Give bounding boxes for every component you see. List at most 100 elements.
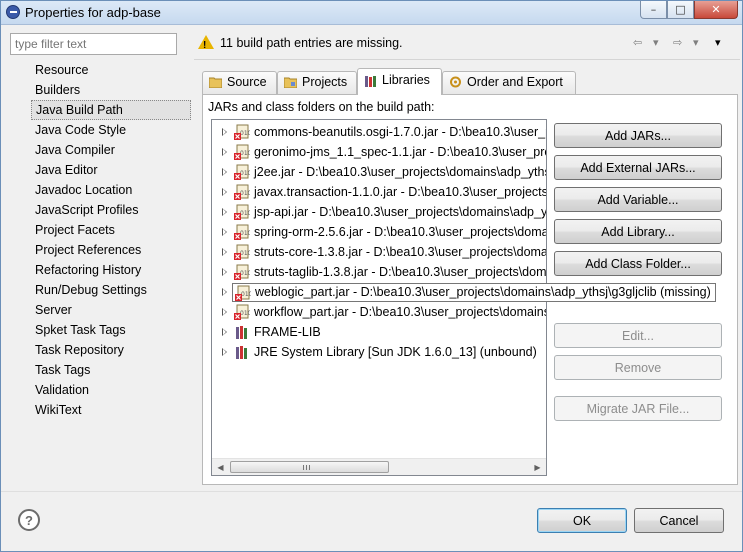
horizontal-scrollbar[interactable]: ◀ ▶ (212, 458, 546, 475)
expand-arrow-icon[interactable] (222, 268, 227, 276)
nav-item[interactable]: Javadoc Location (31, 180, 191, 200)
nav-item[interactable]: Project Facets (31, 220, 191, 240)
nav-item[interactable]: Project References (31, 240, 191, 260)
entry-tooltip-text: weblogic_part.jar - D:\bea10.3\user_proj… (255, 285, 711, 299)
missing-jar-icon: 010 (234, 264, 250, 280)
title-bar: Properties for adp-base – □ ✕ (1, 1, 742, 25)
nav-item[interactable]: Java Compiler (31, 140, 191, 160)
svg-text:010: 010 (240, 310, 250, 317)
expand-arrow-icon[interactable] (222, 128, 227, 136)
nav-item[interactable]: Refactoring History (31, 260, 191, 280)
expand-arrow-icon[interactable] (222, 168, 227, 176)
build-path-label: JARs and class folders on the build path… (208, 100, 435, 114)
back-dropdown-icon[interactable]: ▾ (653, 36, 659, 49)
add-external-jars-button[interactable]: Add External JARs... (554, 155, 722, 180)
books-icon (365, 76, 376, 87)
svg-text:010: 010 (240, 210, 250, 217)
expand-arrow-icon[interactable] (222, 148, 227, 156)
expand-arrow-icon[interactable] (222, 288, 227, 296)
expand-arrow-icon[interactable] (222, 228, 227, 236)
nav-item[interactable]: JavaScript Profiles (31, 200, 191, 220)
tab-source-label: Source (227, 75, 267, 89)
remove-button[interactable]: Remove (554, 355, 722, 380)
nav-item[interactable]: Task Repository (31, 340, 191, 360)
expand-arrow-icon[interactable] (222, 328, 227, 336)
tab-projects[interactable]: Projects (277, 71, 357, 94)
sash[interactable] (191, 29, 192, 489)
window-title: Properties for adp-base (25, 5, 161, 20)
expand-arrow-icon[interactable] (222, 308, 227, 316)
minimize-button[interactable]: – (640, 1, 667, 19)
tree-row-label: spring-orm-2.5.6.jar - D:\bea10.3\user_p… (254, 225, 547, 239)
project-folder-icon (284, 77, 297, 88)
missing-jar-icon: 010 (234, 164, 250, 180)
properties-dialog: Properties for adp-base – □ ✕ ResourceBu… (0, 0, 743, 552)
add-class-folder-button[interactable]: Add Class Folder... (554, 251, 722, 276)
forward-arrow-icon[interactable]: ⇨ (673, 36, 682, 49)
nav-item[interactable]: Resource (31, 60, 191, 80)
property-page-list: Resource Builders Java Build Path Java Code… (31, 60, 191, 420)
missing-jar-icon: 010 (234, 224, 250, 240)
order-export-icon (450, 76, 461, 88)
footer-divider (1, 491, 742, 492)
close-button[interactable]: ✕ (694, 1, 738, 19)
tree-row-label: workflow_part.jar - D:\bea10.3\user_proj… (254, 305, 547, 319)
expand-arrow-icon[interactable] (222, 348, 227, 356)
missing-jar-icon: 010 (234, 144, 250, 160)
svg-text:010: 010 (241, 291, 251, 298)
back-arrow-icon[interactable]: ⇦ (633, 36, 642, 49)
svg-text:010: 010 (240, 270, 250, 277)
history-navigation: ⇦ ▾ ⇨ ▾ ▾ (633, 36, 733, 52)
tab-order-export[interactable]: Order and Export (442, 71, 576, 94)
scroll-right-icon[interactable]: ▶ (529, 459, 546, 475)
scroll-left-icon[interactable]: ◀ (212, 459, 229, 475)
nav-item[interactable]: Builders (31, 80, 191, 100)
tree-row-label: struts-core-1.3.8.jar - D:\bea10.3\user_… (254, 245, 547, 259)
tab-libraries-label: Libraries (382, 73, 430, 87)
nav-item[interactable]: Java Editor (31, 160, 191, 180)
svg-text:010: 010 (240, 170, 250, 177)
tab-source[interactable]: Source (202, 71, 277, 94)
tree-row-label: jsp-api.jar - D:\bea10.3\user_projects\d… (254, 205, 547, 219)
edit-button[interactable]: Edit... (554, 323, 722, 348)
add-variable-button[interactable]: Add Variable... (554, 187, 722, 212)
window-controls: – □ ✕ (640, 1, 738, 20)
nav-item[interactable]: Server (31, 300, 191, 320)
add-library-button[interactable]: Add Library... (554, 219, 722, 244)
migrate-jar-button[interactable]: Migrate JAR File... (554, 396, 722, 421)
ok-button[interactable]: OK (537, 508, 627, 533)
nav-item[interactable]: Run/Debug Settings (31, 280, 191, 300)
missing-jar-icon: 010 (234, 204, 250, 220)
cancel-button[interactable]: Cancel (634, 508, 724, 533)
nav-item[interactable]: Java Code Style (31, 120, 191, 140)
tree-row-label: j2ee.jar - D:\bea10.3\user_projects\doma… (254, 165, 546, 179)
nav-item[interactable]: Java Build Path (31, 100, 191, 120)
expand-arrow-icon[interactable] (222, 188, 227, 196)
filter-input[interactable] (10, 33, 177, 55)
tree-row-label: struts-taglib-1.3.8.jar - D:\bea10.3\use… (254, 265, 547, 279)
tree-row-label: FRAME-LIB (254, 325, 321, 339)
add-jars-button[interactable]: Add JARs... (554, 123, 722, 148)
view-menu-icon[interactable]: ▾ (715, 36, 721, 49)
tab-projects-label: Projects (302, 75, 348, 89)
nav-item[interactable]: Validation (31, 380, 191, 400)
forward-dropdown-icon[interactable]: ▾ (693, 36, 699, 49)
missing-jar-icon: 010 (234, 184, 250, 200)
help-icon[interactable]: ? (18, 509, 40, 531)
svg-text:010: 010 (240, 150, 250, 157)
nav-item[interactable]: WikiText (31, 400, 191, 420)
svg-text:010: 010 (240, 130, 250, 137)
missing-jar-icon: 010 (235, 285, 251, 301)
missing-jar-icon: 010 (234, 304, 250, 320)
maximize-button[interactable]: □ (667, 1, 694, 19)
scroll-thumb[interactable] (230, 461, 389, 473)
tab-libraries[interactable]: Libraries (357, 68, 442, 95)
nav-item[interactable]: Task Tags (31, 360, 191, 380)
library-icon (236, 346, 247, 359)
eclipse-icon (6, 5, 20, 19)
expand-arrow-icon[interactable] (222, 208, 227, 216)
nav-item[interactable]: Spket Task Tags (31, 320, 191, 340)
tree-row-label: commons-beanutils.osgi-1.7.0.jar - D:\be… (254, 125, 546, 139)
status-message-text: 11 build path entries are missing. (220, 36, 403, 50)
expand-arrow-icon[interactable] (222, 248, 227, 256)
